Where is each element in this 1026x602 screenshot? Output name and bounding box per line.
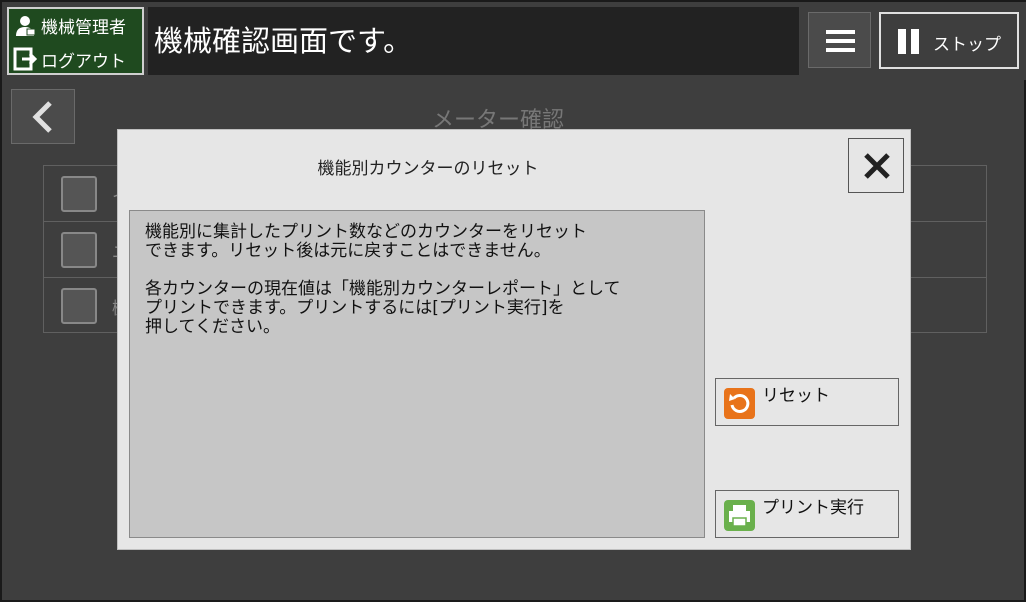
menu-button[interactable] bbox=[808, 12, 871, 68]
printer-icon bbox=[724, 500, 755, 531]
dialog-title: 機能別カウンターのリセット bbox=[317, 159, 539, 179]
user-counter-icon bbox=[61, 232, 97, 268]
meter-icon bbox=[61, 288, 97, 324]
message-box: 機能別に集計したプリント数などのカウンターをリセット できます。リセット後は元に… bbox=[129, 210, 705, 538]
logout-button[interactable]: ログアウト bbox=[13, 45, 126, 73]
print-button[interactable]: プリント実行 bbox=[715, 490, 899, 538]
top-bar: 機械管理者 ログアウト 機械確認画面です。 ストップ bbox=[2, 2, 1026, 80]
admin-label: 機械管理者 bbox=[41, 17, 126, 38]
reset-label: リセット bbox=[762, 386, 830, 406]
chevron-left-icon bbox=[32, 101, 52, 133]
admin-login-panel[interactable]: 機械管理者 ログアウト bbox=[7, 7, 144, 75]
message-paragraph: 各カウンターの現在値は「機能別カウンターレポート」として プリントできます。プリ… bbox=[145, 279, 621, 337]
close-icon bbox=[864, 153, 890, 179]
close-button[interactable] bbox=[848, 138, 904, 193]
screen-message: 機械確認画面です。 bbox=[148, 7, 799, 75]
reset-dialog: 機能別カウンターのリセット 機能別に集計したプリント数などのカウンターをリセット… bbox=[117, 129, 911, 550]
counter-icon bbox=[61, 176, 97, 212]
user-icon bbox=[16, 16, 36, 36]
stop-button[interactable]: ストップ bbox=[879, 12, 1019, 69]
message-paragraph: 機能別に集計したプリント数などのカウンターをリセット できます。リセット後は元に… bbox=[145, 222, 587, 261]
reset-icon bbox=[724, 388, 755, 419]
pause-icon bbox=[898, 29, 906, 54]
back-button[interactable] bbox=[11, 89, 75, 144]
print-label: プリント実行 bbox=[762, 498, 864, 518]
logout-icon bbox=[13, 47, 37, 71]
logout-label: ログアウト bbox=[41, 51, 126, 72]
menu-icon bbox=[826, 30, 855, 34]
reset-button[interactable]: リセット bbox=[715, 378, 899, 426]
admin-row: 機械管理者 bbox=[13, 11, 126, 39]
stop-label: ストップ bbox=[933, 35, 1001, 55]
